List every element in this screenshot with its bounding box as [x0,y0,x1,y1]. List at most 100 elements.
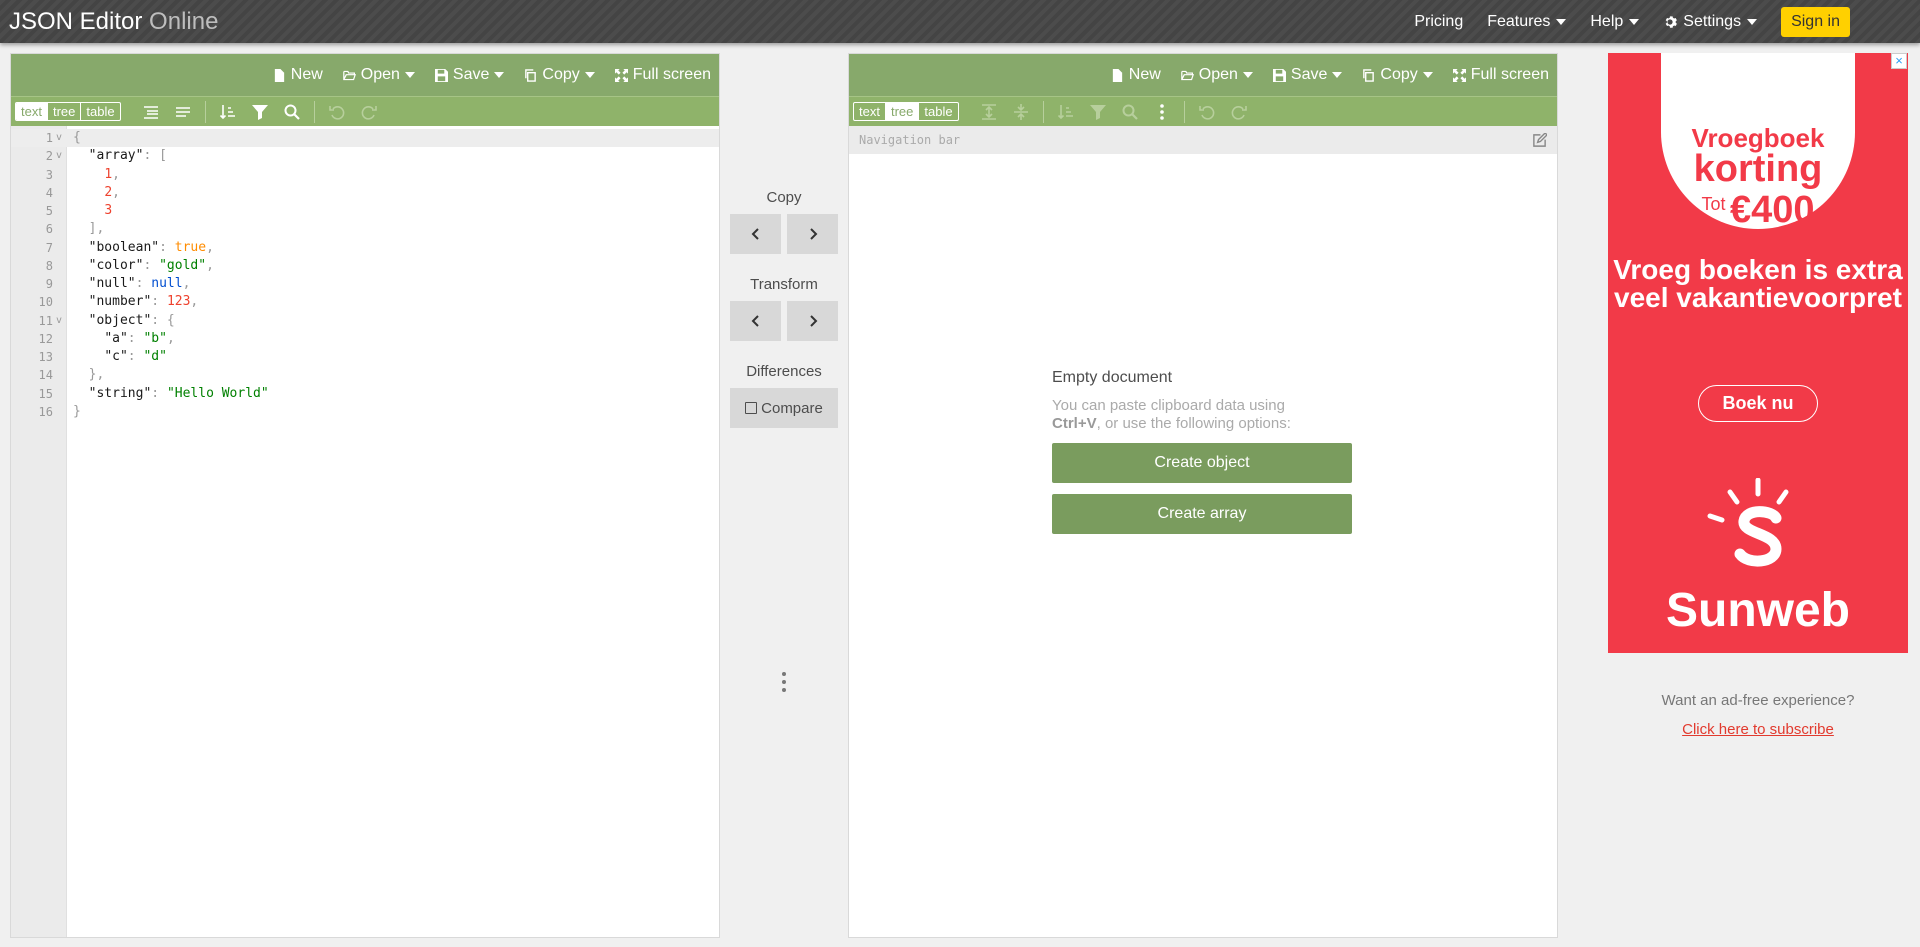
more-options-button[interactable] [1150,100,1174,124]
right-mode-text[interactable]: text [854,103,886,120]
line-number: 4 [45,185,53,200]
code-text: "array": [ [88,148,167,164]
ad-line-3: Tot €400 [1608,189,1908,232]
right-fullscreen-button[interactable]: Full screen [1452,66,1549,84]
transform-left-button[interactable] [730,301,781,341]
ad-book-now-button[interactable]: Boek nu [1698,385,1818,422]
toolbar-separator [313,100,315,123]
ad-headline: Vroeg boeken is extra veel vakantievoorp… [1613,254,1903,313]
right-new-button[interactable]: New [1111,66,1161,84]
right-copy-button[interactable]: Copy [1362,66,1433,84]
app-title: JSON Editor [9,8,143,35]
right-copy-label: Copy [1380,66,1418,83]
code-editor[interactable]: 1 v{2 v "array": [3 1, 4 2, 5 36 ], 7 "boolea… [11,126,719,937]
compare-button[interactable]: Compare [730,388,838,428]
checkbox-icon [745,402,758,414]
left-fullscreen-button[interactable]: Full screen [614,66,711,84]
compact-button[interactable] [171,100,195,124]
search-button[interactable] [280,100,304,124]
code-line[interactable]: 11 v "object": { [11,312,719,330]
code-line[interactable]: 16} [11,403,719,421]
caret-down-icon [1422,72,1433,78]
empty-desc-part2: , or use the following options: [1096,415,1291,432]
nav-settings[interactable]: Settings [1663,13,1758,31]
code-line[interactable]: 5 3 [11,202,719,220]
create-array-button[interactable]: Create array [1052,494,1352,534]
transform-right-button[interactable] [787,301,838,341]
code-line[interactable]: 15 "string": "Hello World" [11,385,719,403]
right-open-button[interactable]: Open [1180,66,1253,84]
left-mode-table[interactable]: table [81,103,119,120]
line-number: 9 [45,277,53,291]
undo-button[interactable] [325,100,349,124]
code-line[interactable]: 8 "color": "gold", [11,257,719,275]
format-button[interactable] [139,100,163,124]
right-mode-table[interactable]: table [919,103,957,120]
search-button[interactable] [1118,100,1142,124]
left-mode-text[interactable]: text [16,103,48,120]
left-new-button[interactable]: New [273,66,323,84]
ad-free-prompt: Want an ad-free experience? Click here t… [1608,692,1908,739]
left-copy-button[interactable]: Copy [524,66,595,84]
nav-features[interactable]: Features [1487,13,1567,31]
redo-button[interactable] [1227,100,1251,124]
line-number: 8 [45,258,53,273]
code-line[interactable]: 12 "a": "b", [11,330,719,348]
code-text: 3 [104,203,113,218]
right-save-button[interactable]: Save [1272,66,1343,84]
filter-button[interactable] [1086,100,1110,124]
transform-section-label: Transform [750,276,818,293]
code-line[interactable]: 1 v { [11,129,719,147]
left-save-button[interactable]: Save [434,66,505,84]
left-open-label: Open [360,66,400,83]
caret-down-icon [1747,18,1758,25]
code-line[interactable]: 9 "null": null, [11,275,719,293]
undo-icon [328,105,344,120]
sign-in-button[interactable]: Sign in [1781,6,1850,37]
line-number: 11 [38,313,53,328]
undo-button[interactable] [1195,100,1219,124]
sort-button[interactable] [1054,100,1078,124]
empty-document-description: You can paste clipboard data using Ctrl+V… [1052,397,1352,433]
code-line[interactable]: 7 "boolean": true, [11,239,719,257]
right-mode-tree[interactable]: tree [885,103,920,120]
fold-toggle-icon[interactable]: v [56,312,62,330]
app-logo[interactable]: JSON Editor Online [9,8,218,36]
ad-close-icon[interactable]: × [1891,53,1907,69]
advertisement-banner[interactable]: Vroegboek korting Tot €400 Vroeg boeken … [1608,53,1908,653]
filter-button[interactable] [248,100,272,124]
code-line[interactable]: 6 ], [11,220,719,238]
code-text: "boolean": true, [88,239,214,255]
create-object-button[interactable]: Create object [1052,443,1352,483]
sort-button[interactable] [216,100,240,124]
right-toolbar: text tree table [849,96,1557,126]
ad-brand-name: Sunweb [1665,584,1850,637]
left-mode-tree[interactable]: tree [48,103,82,120]
code-line[interactable]: 4 2, [11,184,719,202]
code-line[interactable]: 14 }, [11,366,719,384]
empty-desc-part1: You can paste clipboard data using [1052,397,1285,414]
caret-down-icon [404,72,415,78]
subscribe-link[interactable]: Click here to subscribe [1608,721,1908,739]
copy-right-button[interactable] [787,214,838,254]
navigation-bar[interactable]: Navigation bar [849,126,1557,154]
left-editor-panel: New Open Save Copy Full screen text tree… [10,53,720,938]
expand-all-button[interactable] [977,100,1001,124]
code-line[interactable]: 2v "array": [ [11,147,719,165]
left-open-button[interactable]: Open [342,66,415,84]
collapse-all-button[interactable] [1009,100,1033,124]
code-line[interactable]: 3 1, [11,166,719,184]
copy-left-button[interactable] [730,214,781,254]
edit-icon[interactable] [1532,132,1547,148]
ad-amount: €400 [1729,189,1815,231]
nav-pricing[interactable]: Pricing [1414,13,1463,31]
top-nav: Pricing Features Help Settings Sign in [1414,0,1920,43]
code-line[interactable]: 13 "c": "d" [11,348,719,366]
nav-pricing-label: Pricing [1414,12,1464,30]
fold-toggle-icon[interactable]: v [56,129,62,147]
nav-help[interactable]: Help [1590,13,1640,31]
panel-resize-handle[interactable] [780,672,788,692]
fold-toggle-icon[interactable]: v [56,147,62,165]
code-line[interactable]: 10 "number": 123, [11,293,719,311]
redo-button[interactable] [357,100,381,124]
